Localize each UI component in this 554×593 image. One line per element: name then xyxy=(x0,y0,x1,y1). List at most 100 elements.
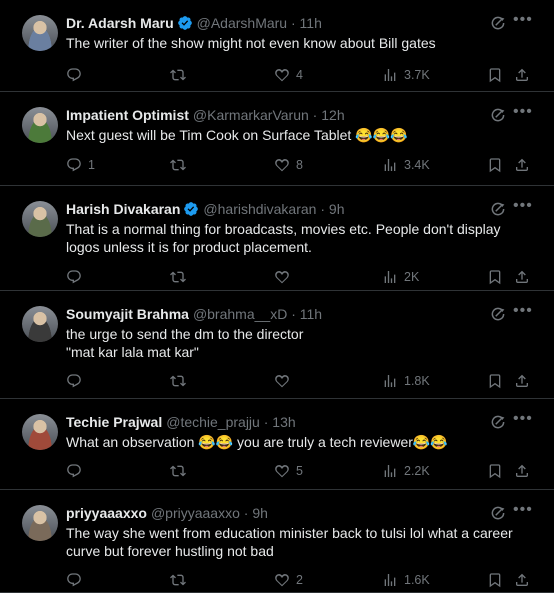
reply-icon xyxy=(66,269,82,285)
share-button[interactable] xyxy=(514,571,530,589)
views-button[interactable]: 2.2K xyxy=(382,462,430,480)
separator-dot: · xyxy=(259,414,273,430)
like-button[interactable]: 5 xyxy=(274,462,303,480)
timestamp[interactable]: 11h xyxy=(300,306,322,322)
more-options-icon[interactable]: ••• xyxy=(513,103,532,121)
views-button[interactable]: 1.6K xyxy=(382,571,430,589)
share-button[interactable] xyxy=(514,156,530,174)
grok-icon[interactable] xyxy=(489,106,507,124)
bookmark-button[interactable] xyxy=(487,372,503,390)
reply-button[interactable] xyxy=(66,462,88,480)
avatar[interactable] xyxy=(22,15,58,51)
grok-icon[interactable] xyxy=(489,14,507,32)
tweet[interactable]: priyyaaaxxo @priyyaaaxxo · 9h ••• The way s… xyxy=(0,490,554,593)
share-button[interactable] xyxy=(514,372,530,390)
retweet-icon xyxy=(170,269,186,285)
tweet[interactable]: Impatient Optimist @KarmarkarVarun · 12h •… xyxy=(0,92,554,186)
tweet[interactable]: Soumyajit Brahma @brahma__xD · 11h ••• the … xyxy=(0,291,554,399)
more-options-icon[interactable]: ••• xyxy=(513,302,532,320)
action-bar: 1.8K xyxy=(66,372,536,390)
retweet-button[interactable] xyxy=(170,462,192,480)
timestamp[interactable]: 12h xyxy=(321,107,344,123)
tweet-header: Impatient Optimist @KarmarkarVarun · 12h xyxy=(66,106,484,124)
like-button[interactable]: 4 xyxy=(274,66,303,84)
views-button[interactable]: 3.4K xyxy=(382,156,430,174)
action-bar: 5 2.2K xyxy=(66,462,536,480)
timestamp[interactable]: 9h xyxy=(329,201,345,217)
share-button[interactable] xyxy=(514,66,530,84)
bookmark-button[interactable] xyxy=(487,462,503,480)
views-count: 2K xyxy=(404,270,420,284)
bookmark-button[interactable] xyxy=(487,571,503,589)
tweet-header: Dr. Adarsh Maru @AdarshMaru · 11h xyxy=(66,14,484,35)
user-handle[interactable]: @techie_prajju xyxy=(166,414,260,430)
like-button[interactable]: 2 xyxy=(274,571,303,589)
bookmark-button[interactable] xyxy=(487,156,503,174)
share-button[interactable] xyxy=(514,462,530,480)
display-name[interactable]: Impatient Optimist xyxy=(66,107,189,123)
reply-button[interactable] xyxy=(66,372,88,390)
retweet-icon xyxy=(170,157,186,173)
like-button[interactable] xyxy=(274,268,296,286)
user-handle[interactable]: @brahma__xD xyxy=(193,306,287,322)
reply-button[interactable] xyxy=(66,66,88,84)
bookmark-icon xyxy=(487,157,503,173)
user-handle[interactable]: @priyyaaaxxo xyxy=(151,505,240,521)
like-button[interactable]: 8 xyxy=(274,156,303,174)
reply-button[interactable] xyxy=(66,571,88,589)
timestamp[interactable]: 13h xyxy=(272,414,295,430)
avatar[interactable] xyxy=(22,306,58,342)
views-button[interactable]: 1.8K xyxy=(382,372,430,390)
retweet-button[interactable] xyxy=(170,372,192,390)
likes-count: 8 xyxy=(296,158,303,172)
share-icon xyxy=(514,67,530,83)
action-bar: 1 8 3.4K xyxy=(66,156,536,174)
views-button[interactable]: 2K xyxy=(382,268,419,286)
bookmark-button[interactable] xyxy=(487,268,503,286)
tweet[interactable]: Dr. Adarsh Maru @AdarshMaru · 11h ••• The w… xyxy=(0,0,554,92)
avatar[interactable] xyxy=(22,505,58,541)
share-button[interactable] xyxy=(514,268,530,286)
views-button[interactable]: 3.7K xyxy=(382,66,430,84)
person-avatar xyxy=(22,505,58,541)
share-icon xyxy=(514,572,530,588)
timestamp[interactable]: 9h xyxy=(252,505,268,521)
retweet-button[interactable] xyxy=(170,66,192,84)
avatar[interactable] xyxy=(22,107,58,143)
grok-icon[interactable] xyxy=(489,504,507,522)
avatar[interactable] xyxy=(22,414,58,450)
analytics-icon xyxy=(382,463,398,479)
more-options-icon[interactable]: ••• xyxy=(513,197,532,215)
retweet-button[interactable] xyxy=(170,268,192,286)
avatar[interactable] xyxy=(22,201,58,237)
grok-icon[interactable] xyxy=(489,305,507,323)
tweet[interactable]: Harish Divakaran @harishdivakaran · 9h •••… xyxy=(0,186,554,291)
user-handle[interactable]: @KarmarkarVarun xyxy=(193,107,309,123)
display-name[interactable]: Soumyajit Brahma xyxy=(66,306,189,322)
more-options-icon[interactable]: ••• xyxy=(513,501,532,519)
grok-icon[interactable] xyxy=(489,200,507,218)
tweet-text: What an observation 😂😂 you are truly a t… xyxy=(66,433,526,451)
timestamp[interactable]: 11h xyxy=(300,15,322,31)
tweet[interactable]: Techie Prajwal @techie_prajju · 13h ••• Wha… xyxy=(0,399,554,490)
retweet-button[interactable] xyxy=(170,156,192,174)
verified-badge-icon xyxy=(183,201,199,221)
replies-count: 1 xyxy=(88,158,95,172)
more-options-icon[interactable]: ••• xyxy=(513,410,532,428)
retweet-button[interactable] xyxy=(170,571,192,589)
analytics-icon xyxy=(382,67,398,83)
display-name[interactable]: priyyaaaxxo xyxy=(66,505,147,521)
grok-icon[interactable] xyxy=(489,413,507,431)
display-name[interactable]: Dr. Adarsh Maru xyxy=(66,15,174,31)
bookmark-button[interactable] xyxy=(487,66,503,84)
reply-button[interactable]: 1 xyxy=(66,156,95,174)
like-button[interactable] xyxy=(274,372,296,390)
more-options-icon[interactable]: ••• xyxy=(513,11,532,29)
user-handle[interactable]: @AdarshMaru xyxy=(197,15,287,31)
display-name[interactable]: Techie Prajwal xyxy=(66,414,162,430)
share-icon xyxy=(514,269,530,285)
reply-button[interactable] xyxy=(66,268,88,286)
user-handle[interactable]: @harishdivakaran xyxy=(203,201,316,217)
analytics-icon xyxy=(382,572,398,588)
display-name[interactable]: Harish Divakaran xyxy=(66,201,180,217)
